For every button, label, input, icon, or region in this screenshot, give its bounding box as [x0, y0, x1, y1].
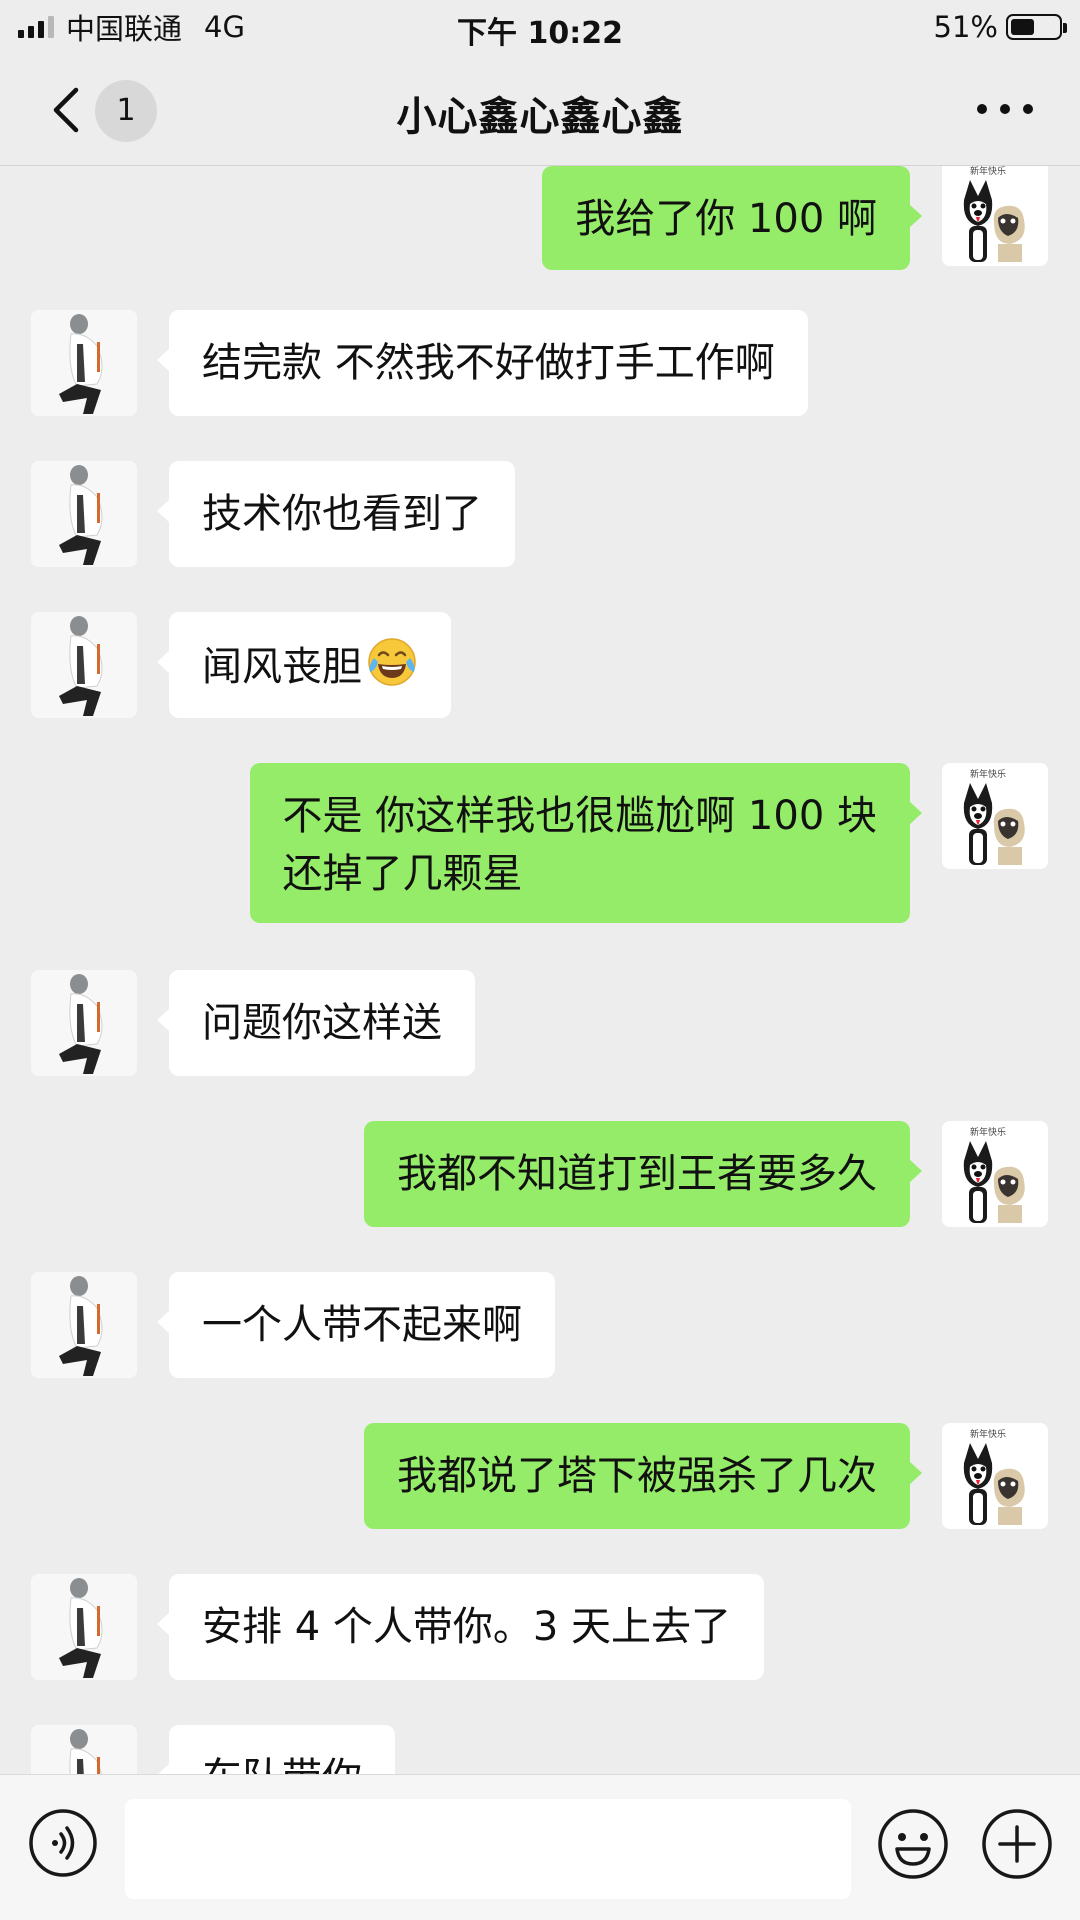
husky-pug-avatar-icon: 新年快乐	[942, 763, 1048, 869]
battery-icon	[1006, 14, 1067, 40]
input-bar	[0, 1774, 1080, 1920]
voice-input-button[interactable]	[28, 1808, 98, 1878]
my-avatar[interactable]: 新年快乐	[942, 1121, 1048, 1227]
contact-photo-icon	[31, 1272, 137, 1378]
message-list[interactable]: 我给了你 100 啊 新年快乐 结完款 不然我不好做打手工作啊 技术你也看到了 …	[0, 166, 1080, 1774]
chat-header: 1 小心鑫心鑫心鑫	[0, 54, 1080, 166]
message-bubble[interactable]: 安排 4 个人带你。3 天上去了	[156, 1574, 765, 1680]
svg-text:新年快乐: 新年快乐	[970, 166, 1006, 177]
contact-avatar[interactable]	[31, 310, 137, 416]
contact-photo-icon	[31, 310, 137, 416]
my-avatar[interactable]: 新年快乐	[942, 763, 1048, 869]
message-line: 不是 你这样我也很尴尬啊 100 块	[282, 793, 878, 839]
contact-avatar[interactable]	[31, 1574, 137, 1680]
my-avatar[interactable]: 新年快乐	[942, 1423, 1048, 1529]
svg-text:新年快乐: 新年快乐	[970, 1428, 1006, 1440]
message-line: 还掉了几颗星	[282, 851, 523, 897]
svg-text:新年快乐: 新年快乐	[970, 768, 1006, 780]
contact-avatar[interactable]	[31, 1725, 137, 1774]
battery-level	[1011, 19, 1035, 35]
message-bubble[interactable]: 结完款 不然我不好做打手工作啊	[157, 310, 808, 416]
message-bubble[interactable]: 我都不知道打到王者要多久	[364, 1121, 922, 1227]
message-bubble[interactable]: 我都说了塔下被强杀了几次	[364, 1423, 922, 1529]
husky-pug-avatar-icon: 新年快乐	[942, 1423, 1048, 1529]
my-avatar[interactable]: 新年快乐	[942, 166, 1048, 266]
chat-title: 小心鑫心鑫心鑫	[396, 94, 684, 140]
contact-photo-icon	[31, 1574, 137, 1680]
plus-circle-icon	[982, 1809, 1052, 1879]
contact-photo-icon	[31, 461, 137, 567]
contact-photo-icon	[31, 970, 137, 1076]
svg-text:新年快乐: 新年快乐	[970, 1126, 1006, 1138]
husky-pug-avatar-icon: 新年快乐	[942, 1121, 1048, 1227]
message-bubble[interactable]: 不是 你这样我也很尴尬啊 100 块 还掉了几颗星	[249, 763, 922, 923]
message-text: 闻风丧胆	[202, 644, 362, 690]
status-right: 51%	[933, 8, 1067, 46]
contact-avatar[interactable]	[31, 970, 137, 1076]
more-functions-button[interactable]	[981, 1808, 1053, 1880]
contact-photo-icon	[31, 1725, 137, 1774]
message-input[interactable]	[125, 1799, 851, 1899]
tears-of-joy-emoji-icon	[368, 638, 416, 686]
message-bubble[interactable]: 闻风丧胆	[157, 612, 451, 718]
more-dots-icon	[977, 104, 1033, 114]
smiley-face-icon	[878, 1809, 948, 1879]
emoji-button[interactable]	[877, 1808, 949, 1880]
husky-pug-avatar-icon: 新年快乐	[942, 166, 1048, 266]
message-bubble[interactable]: 一个人带不起来啊	[157, 1272, 555, 1378]
message-bubble[interactable]: 车队带你	[157, 1725, 395, 1774]
voice-icon	[29, 1809, 97, 1877]
more-options-button[interactable]	[970, 94, 1040, 124]
contact-avatar[interactable]	[31, 612, 137, 718]
contact-avatar[interactable]	[31, 461, 137, 567]
message-bubble[interactable]: 问题你这样送	[157, 970, 475, 1076]
battery-percentage: 51%	[933, 10, 998, 44]
status-bar: 中国联通 4G 下午 10:22 51%	[0, 0, 1080, 54]
message-bubble[interactable]: 技术你也看到了	[157, 461, 515, 567]
contact-photo-icon	[31, 612, 137, 718]
message-bubble[interactable]: 我给了你 100 啊	[542, 166, 922, 270]
contact-avatar[interactable]	[31, 1272, 137, 1378]
status-time: 下午 10:22	[457, 16, 623, 51]
